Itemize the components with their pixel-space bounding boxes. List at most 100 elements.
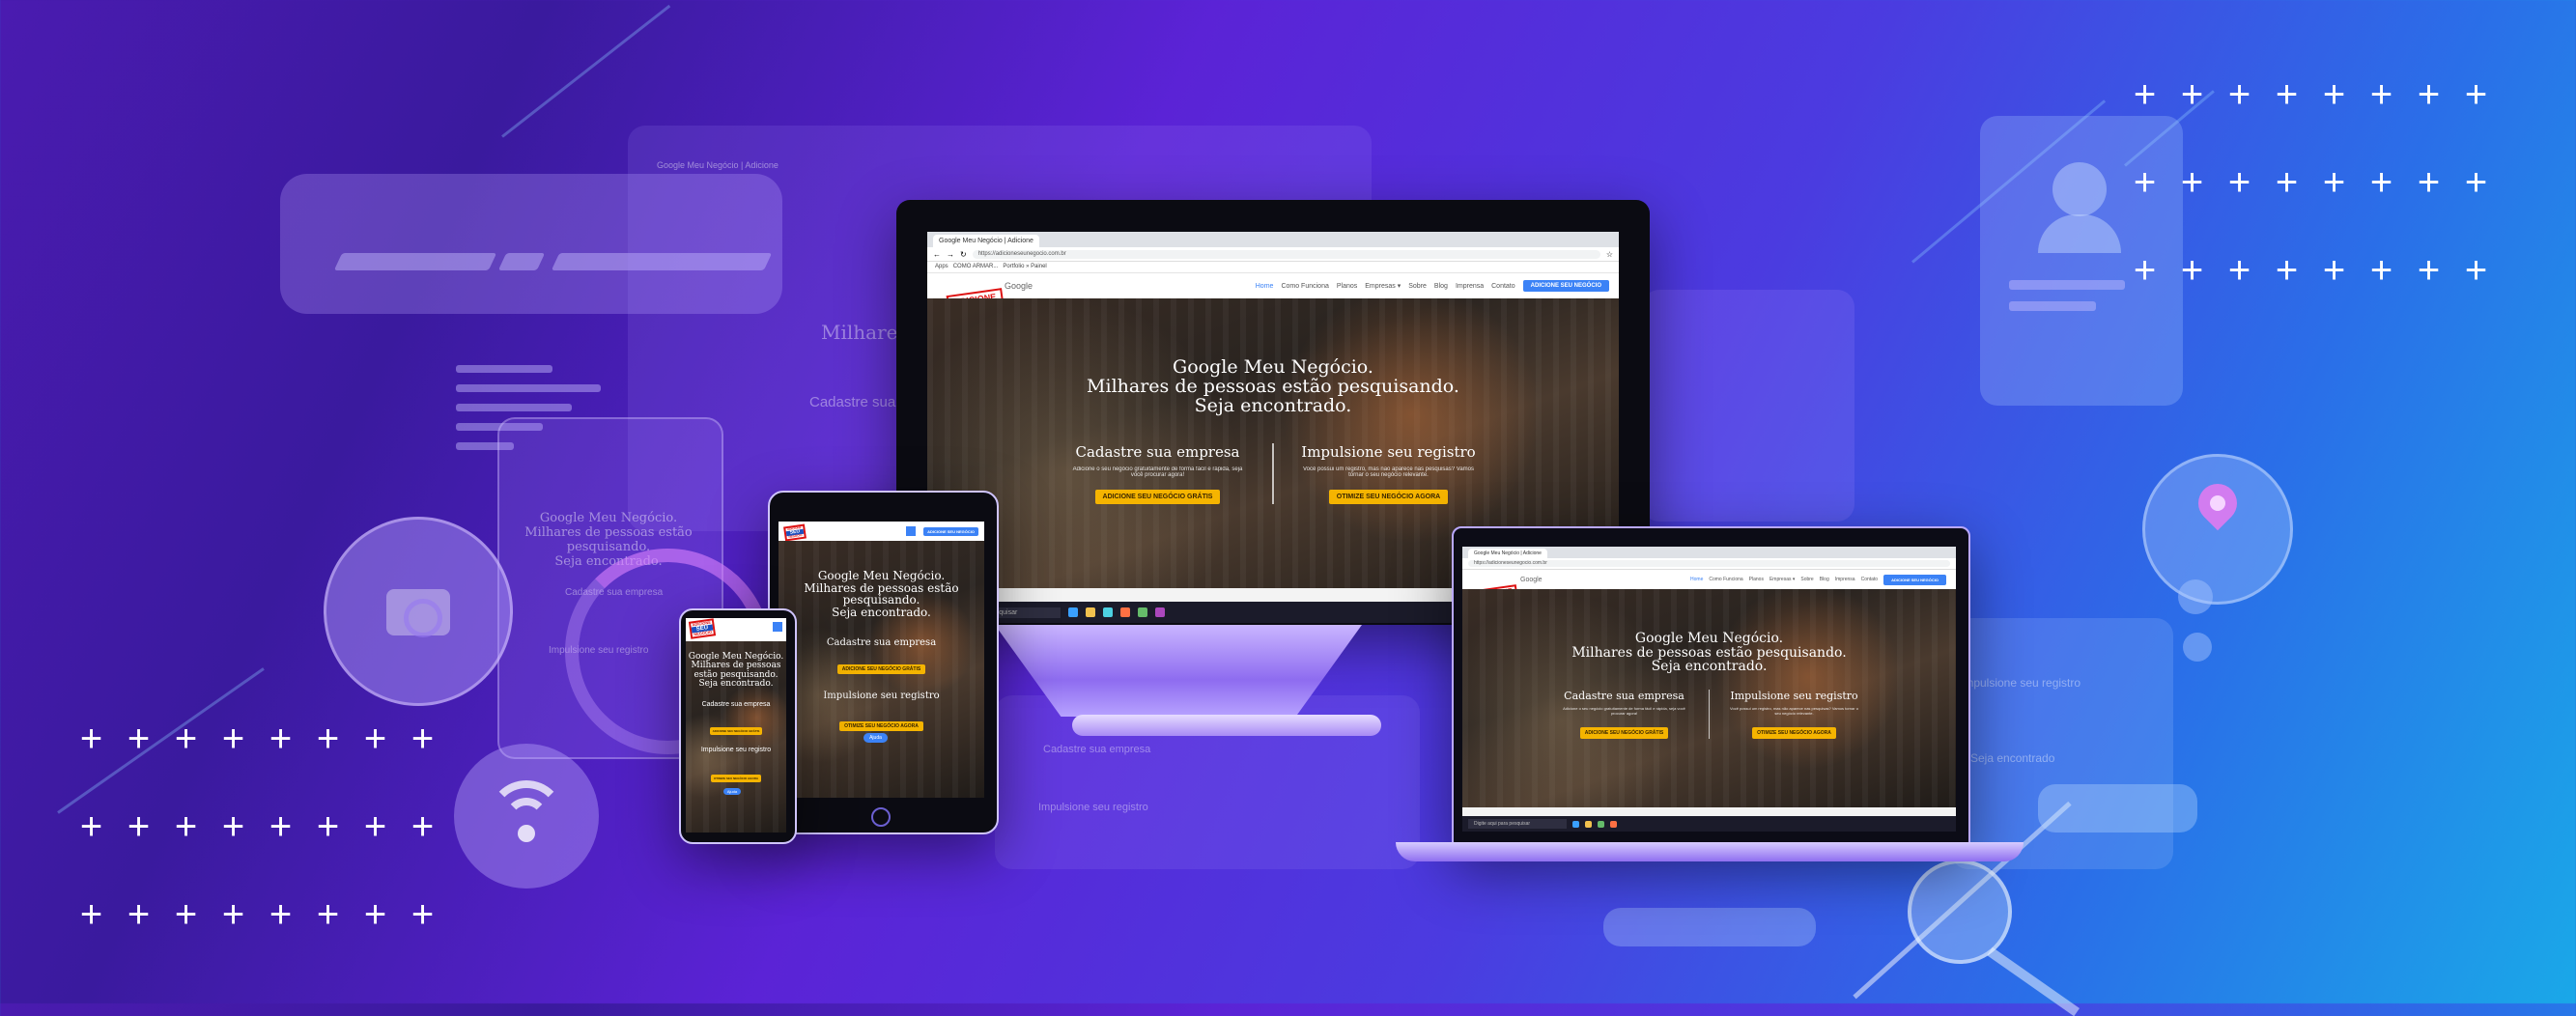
- nav-item[interactable]: Planos: [1749, 577, 1764, 582]
- phone-screen: ADICIONE SEU NEGÓCIO Google Meu Negócio.…: [686, 618, 786, 833]
- home-button[interactable]: [871, 807, 891, 827]
- taskbar-app-icon[interactable]: [1572, 820, 1579, 828]
- nav-item[interactable]: Empresas ▾: [1365, 282, 1401, 290]
- hero-line: Google Meu Negócio.: [1634, 631, 1784, 646]
- hero-col-boost: Impulsione seu registro Você possui um r…: [1710, 690, 1879, 740]
- optimize-business-button[interactable]: OTIMIZE SEU NEGÓCIO AGORA: [1328, 489, 1449, 504]
- ghost-slide-bar: [2038, 784, 2197, 833]
- search-magnifier-icon: [1908, 860, 2012, 964]
- star-icon[interactable]: ☆: [1606, 250, 1613, 259]
- ghost-text-line: [456, 404, 572, 411]
- add-business-button[interactable]: ADICIONE SEU NEGÓCIO GRÁTIS: [1579, 727, 1669, 740]
- taskbar-app-icon[interactable]: [1585, 820, 1592, 828]
- ghost-bar: [333, 253, 497, 270]
- forward-icon[interactable]: →: [947, 250, 954, 259]
- google-wordmark: Google: [1520, 576, 1543, 583]
- location-pin-dot: [2210, 495, 2225, 511]
- ghost-text-line: [2009, 280, 2125, 290]
- ghost-bottom-bar: [1603, 908, 1816, 946]
- col-text: Você possui um registro, mas não aparece…: [1730, 706, 1858, 717]
- nav-item[interactable]: Como Funciona: [1281, 283, 1328, 290]
- optimize-business-button[interactable]: OTIMIZE SEU NEGÓCIO AGORA: [710, 774, 762, 782]
- windows-taskbar: Digite aqui para pesquisar: [1462, 816, 1956, 832]
- address-bar[interactable]: https://adicioneseunegocio.com.br: [972, 249, 1600, 259]
- add-business-button[interactable]: ADICIONE SEU NEGÓCIO GRÁTIS: [709, 726, 763, 735]
- bookmark-item[interactable]: COMO ARMAR...: [953, 264, 999, 269]
- hero-line: pesquisando.: [842, 593, 920, 607]
- taskbar-app-icon[interactable]: [1086, 607, 1095, 617]
- nav-item[interactable]: Blog: [1820, 577, 1829, 582]
- menu-icon[interactable]: [906, 526, 917, 536]
- browser-tab[interactable]: Google Meu Negócio | Adicione: [1468, 549, 1547, 558]
- menu-icon[interactable]: [773, 622, 782, 632]
- site-logo[interactable]: ADICIONE SEU NEGÓCIO: [688, 618, 717, 639]
- site-logo[interactable]: ADICIONE SEU NEGÓCIO: [783, 523, 807, 542]
- hero-section: Google Meu Negócio. Milhares de pessoas …: [1462, 589, 1956, 807]
- ghost-text-line: [456, 365, 552, 373]
- plus-pattern-right: + + + + + + + + + + + + + + + + + + + + + + + +: [2133, 73, 2488, 292]
- address-bar[interactable]: https://adicioneseunegocio.com.br: [1468, 560, 1950, 567]
- hero-line: Google Meu Negócio.: [817, 569, 946, 582]
- chat-help-button[interactable]: Ajuda: [863, 733, 888, 744]
- taskbar-app-icon[interactable]: [1610, 820, 1617, 828]
- hero-line: Seja encontrado.: [698, 679, 774, 690]
- ghost-phone-line: Google Meu Negócio.: [539, 511, 678, 525]
- hero-title: Google Meu Negócio. Milhares de pessoas …: [1462, 632, 1956, 674]
- taskbar-app-icon[interactable]: [1155, 607, 1165, 617]
- hero-line: Seja encontrado.: [1194, 394, 1352, 416]
- browser-tab[interactable]: Google Meu Negócio | Adicione: [933, 235, 1039, 247]
- nav-item[interactable]: Contato: [1861, 577, 1879, 582]
- add-business-button[interactable]: ADICIONE SEU NEGÓCIO GRÁTIS: [836, 664, 926, 675]
- hero-section: Google Meu Negócio. Milhares de pessoas …: [778, 541, 984, 798]
- nav-item[interactable]: Imprensa: [1835, 577, 1855, 582]
- browser-toolbar: https://adicioneseunegocio.com.br: [1462, 558, 1956, 570]
- nav-item[interactable]: Contato: [1491, 283, 1515, 290]
- nav-item[interactable]: Planos: [1337, 283, 1357, 290]
- nav-cta-button[interactable]: ADICIONE SEU NEGÓCIO: [1522, 280, 1609, 292]
- hero-title: Google Meu Negócio. Milhares de pessoas …: [778, 570, 984, 618]
- location-pin-icon: [2142, 454, 2293, 605]
- col-title: Impulsione seu registro: [823, 691, 940, 702]
- hero-col-register: Cadastre sua empresa Adicione o seu negó…: [1043, 442, 1274, 504]
- ghost-right-c2: Seja encontrado: [1970, 751, 2055, 765]
- taskbar-search[interactable]: Digite aqui para pesquisar: [1468, 819, 1567, 829]
- add-business-button[interactable]: ADICIONE SEU NEGÓCIO GRÁTIS: [1094, 489, 1221, 504]
- optimize-business-button[interactable]: OTIMIZE SEU NEGÓCIO AGORA: [839, 721, 923, 732]
- col-text: Você possui um registro, mas não aparece…: [1303, 466, 1474, 478]
- bookmark-item[interactable]: Apps: [935, 264, 948, 269]
- taskbar-app-icon[interactable]: [1120, 607, 1130, 617]
- bookmark-item[interactable]: Portfolio » Painel: [1003, 264, 1046, 269]
- taskbar-app-icon[interactable]: [1068, 607, 1078, 617]
- hero-line: Google Meu Negócio.: [1173, 356, 1373, 378]
- nav-item[interactable]: Sobre: [1800, 577, 1813, 582]
- nav-item[interactable]: Home: [1690, 577, 1703, 582]
- back-icon[interactable]: ←: [933, 250, 941, 259]
- nav-item[interactable]: Empresas ▾: [1769, 577, 1795, 582]
- nav-item[interactable]: Imprensa: [1456, 283, 1484, 290]
- col-title: Cadastre sua empresa: [826, 637, 937, 649]
- chat-help-button[interactable]: Ajuda: [722, 787, 742, 795]
- taskbar-app-icon[interactable]: [1598, 820, 1604, 828]
- logo-text: NEGÓCIO: [788, 533, 803, 539]
- reload-icon[interactable]: ↻: [960, 250, 967, 259]
- nav-item[interactable]: Como Funciona: [1709, 577, 1742, 582]
- site-navbar: Google Home Como Funciona Planos Empresa…: [927, 273, 1619, 298]
- taskbar-app-icon[interactable]: [1103, 607, 1113, 617]
- laptop-base: [1396, 842, 2024, 861]
- ghost-bar: [497, 253, 546, 270]
- ghost-text-line: [2009, 301, 2096, 311]
- site-navbar: ADICIONE SEU NEGÓCIO: [778, 522, 984, 541]
- taskbar-app-icon[interactable]: [1138, 607, 1147, 617]
- nav-item[interactable]: Sobre: [1408, 283, 1427, 290]
- camera-icon: [324, 517, 513, 706]
- bookmarks-bar: Apps COMO ARMAR... Portfolio » Painel: [927, 262, 1619, 273]
- hero-columns: Cadastre sua empresa Adicione o seu negó…: [1462, 690, 1956, 740]
- nav-item[interactable]: Blog: [1434, 283, 1448, 290]
- nav-cta-button[interactable]: ADICIONE SEU NEGÓCIO: [1883, 574, 1946, 585]
- optimize-business-button[interactable]: OTIMIZE SEU NEGÓCIO AGORA: [1752, 727, 1836, 740]
- hero-title: Google Meu Negócio. Milhares de pessoas …: [686, 652, 786, 690]
- nav-cta-button[interactable]: ADICIONE SEU NEGÓCIO: [923, 526, 978, 536]
- ghost-stand-c2: Impulsione seu registro: [1038, 802, 1148, 813]
- nav-item[interactable]: Home: [1256, 283, 1274, 290]
- col-title: Cadastre sua empresa: [1075, 442, 1240, 461]
